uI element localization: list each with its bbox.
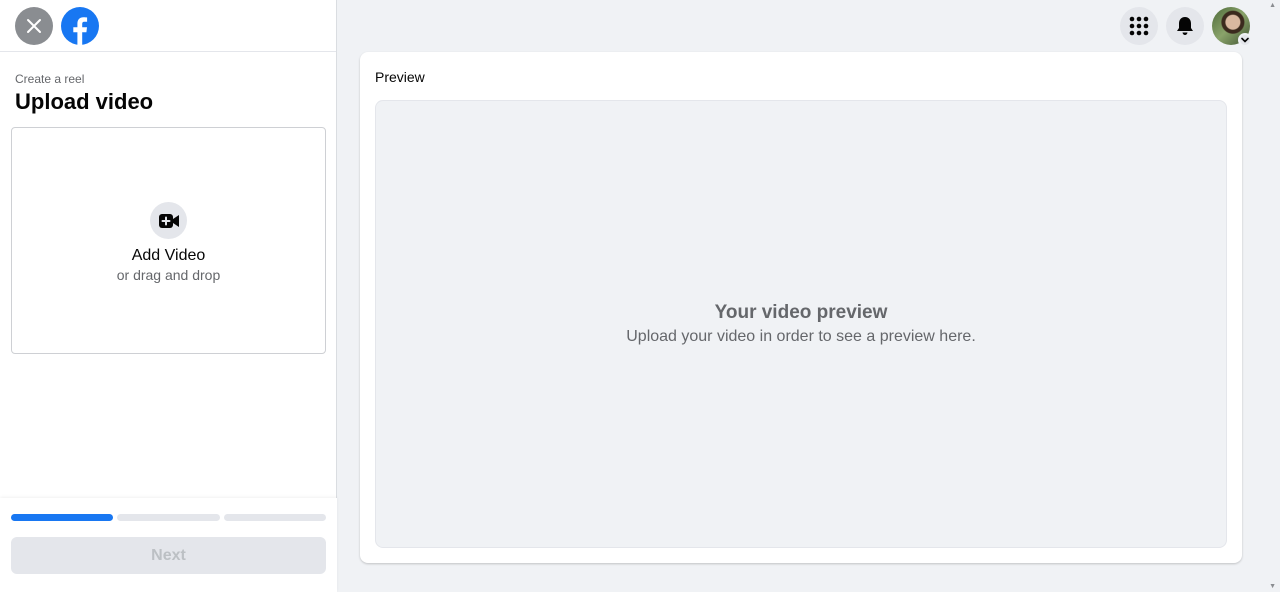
grid-menu-icon — [1129, 16, 1149, 36]
preview-description: Upload your video in order to see a prev… — [626, 328, 976, 345]
video-preview-area: Your video preview Upload your video in … — [375, 100, 1227, 548]
account-button[interactable] — [1212, 7, 1252, 47]
progress-step-1 — [11, 514, 114, 521]
step-progress — [11, 514, 326, 521]
bell-icon — [1177, 17, 1193, 35]
video-plus-icon — [150, 202, 187, 239]
page-scrollbar[interactable]: ▲ ▼ — [1266, 0, 1280, 592]
sidebar-header — [0, 0, 336, 52]
preview-title: Your video preview — [714, 302, 888, 323]
top-nav — [1120, 7, 1252, 47]
sidebar-footer: Next — [0, 498, 337, 592]
preview-card: Preview Your video preview Upload your v… — [360, 52, 1242, 563]
page-subtitle: Create a reel — [15, 72, 85, 86]
page-title: Upload video — [15, 89, 154, 114]
menu-button[interactable] — [1120, 7, 1158, 45]
notifications-button[interactable] — [1166, 7, 1204, 45]
drag-drop-label: or drag and drop — [116, 267, 221, 283]
progress-step-2 — [117, 514, 220, 521]
progress-step-3 — [223, 514, 326, 521]
add-video-label: Add Video — [131, 247, 206, 264]
facebook-logo-icon[interactable] — [61, 6, 99, 45]
sidebar: Create a reel Upload video Add Video or … — [0, 0, 337, 592]
close-button[interactable] — [15, 6, 53, 45]
preview-label: Preview — [375, 69, 425, 85]
chevron-down-icon — [1238, 33, 1252, 47]
close-icon — [27, 18, 41, 33]
scroll-down-icon[interactable]: ▼ — [1269, 583, 1276, 590]
add-video-dropzone[interactable]: Add Video or drag and drop — [11, 127, 326, 354]
scroll-up-icon[interactable]: ▲ — [1269, 2, 1276, 9]
next-button[interactable]: Next — [11, 537, 326, 574]
